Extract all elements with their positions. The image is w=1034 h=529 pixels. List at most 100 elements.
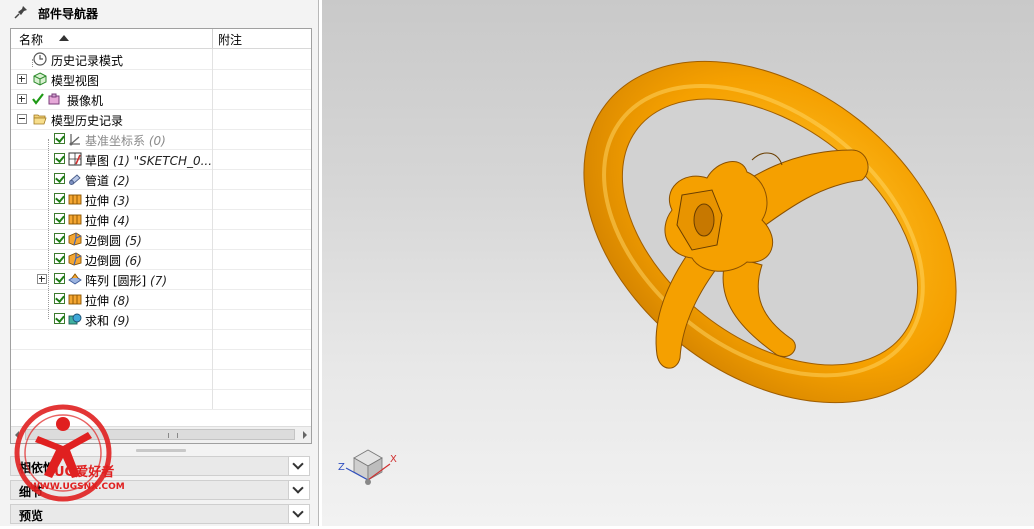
pin-icon[interactable] [14, 5, 28, 19]
column-divider [212, 309, 213, 329]
camera-icon [48, 93, 60, 105]
expand-icon[interactable] [17, 94, 27, 104]
empty-row [11, 329, 311, 350]
tree-row-label: 拉伸 (8) [85, 294, 130, 308]
wcs-triad-icon[interactable]: X Z [334, 444, 404, 488]
triad-z-label: Z [338, 462, 345, 473]
tree-row-label: 基准坐标系 (0) [85, 134, 166, 148]
tree-row-edge-blend-5[interactable]: 边倒圆 (5) [11, 229, 311, 250]
tree-row-unite[interactable]: 求和 (9) [11, 309, 311, 330]
tree-row-label: 模型历史记录 [51, 114, 124, 128]
clock-icon [33, 52, 47, 66]
tree-row-label: 草图 (1) "SKETCH_0... [85, 154, 213, 168]
ugsnx-watermark-logo: UG爱好者 WWW.UGSNX.COM [8, 398, 138, 506]
extrude-icon [68, 194, 82, 205]
visibility-checkbox[interactable] [54, 213, 65, 224]
column-header-note[interactable]: 附注 [213, 29, 311, 48]
tree-row-camera[interactable]: 摄像机 [11, 89, 311, 110]
watermark-url: WWW.UGSNX.COM [30, 482, 125, 492]
tree-row-label: 阵列 [圆形] (7) [85, 274, 168, 288]
extrude-icon [68, 294, 82, 305]
triad-x-label: X [390, 454, 397, 465]
column-divider [212, 209, 213, 229]
model-views-icon [33, 72, 47, 86]
column-divider [212, 129, 213, 149]
edge-blend-icon [68, 252, 82, 266]
unite-icon [68, 313, 82, 325]
extrude-icon [68, 214, 82, 225]
tree-row-label: 模型视图 [51, 74, 100, 88]
tree-row-datum-csys[interactable]: 基准坐标系 (0) [11, 129, 311, 150]
sketch-icon [68, 152, 82, 166]
tree-row-extrude-4[interactable]: 拉伸 (4) [11, 209, 311, 230]
tree-row-label: 边倒圆 (5) [85, 234, 142, 248]
column-divider [212, 329, 213, 349]
tree-row-label: 边倒圆 (6) [85, 254, 142, 268]
column-note-label: 附注 [218, 33, 243, 47]
handwheel-model[interactable] [322, 0, 1034, 526]
graphics-window[interactable] [322, 0, 1034, 526]
tree-row-sketch[interactable]: 草图 (1) "SKETCH_0... [11, 149, 311, 170]
chevron-down-icon[interactable] [288, 457, 309, 475]
column-header-name[interactable]: 名称 [11, 29, 213, 48]
tree-row-label: 历史记录模式 [51, 54, 124, 68]
panel-splitter[interactable] [136, 449, 186, 452]
column-divider [212, 289, 213, 309]
collapse-icon[interactable] [17, 114, 27, 124]
folder-open-icon [33, 114, 47, 125]
column-divider [212, 269, 213, 289]
checkmark-icon [32, 93, 44, 105]
visibility-checkbox[interactable] [54, 273, 65, 284]
column-name-label: 名称 [19, 33, 44, 47]
visibility-checkbox[interactable] [54, 233, 65, 244]
sort-ascending-icon [59, 35, 69, 41]
empty-row [11, 369, 311, 390]
column-divider [212, 69, 213, 89]
tree-row-extrude-8[interactable]: 拉伸 (8) [11, 289, 311, 310]
tree-row-label: 拉伸 (3) [85, 194, 130, 208]
tree-row-edge-blend-6[interactable]: 边倒圆 (6) [11, 249, 311, 270]
tree-row-model-history[interactable]: 模型历史记录 [11, 109, 311, 130]
column-divider [212, 109, 213, 129]
column-divider [212, 249, 213, 269]
tree-row-extrude-3[interactable]: 拉伸 (3) [11, 189, 311, 210]
chevron-down-icon[interactable] [288, 481, 309, 499]
pattern-feature-icon [68, 273, 82, 285]
column-divider [212, 49, 213, 69]
expand-icon[interactable] [37, 274, 47, 284]
visibility-checkbox[interactable] [54, 153, 65, 164]
watermark-brand: UG爱好者 [54, 465, 115, 480]
section-preview[interactable]: 预览 [10, 504, 310, 524]
visibility-checkbox[interactable] [54, 253, 65, 264]
datum-csys-icon [69, 134, 80, 146]
column-divider [212, 169, 213, 189]
expand-icon[interactable] [17, 74, 27, 84]
empty-row [11, 349, 311, 370]
tree-header: 名称 附注 [11, 29, 311, 49]
tree-row-label: 摄像机 [67, 94, 104, 108]
column-divider [212, 349, 213, 369]
visibility-checkbox[interactable] [54, 313, 65, 324]
tree-row-label: 拉伸 (4) [85, 214, 130, 228]
tree-row-model-views[interactable]: 模型视图 [11, 69, 311, 90]
visibility-checkbox[interactable] [54, 173, 65, 184]
edge-blend-icon [68, 232, 82, 246]
tree-row-label: 管道 (2) [85, 174, 130, 188]
column-divider [212, 89, 213, 109]
tree-row-pattern[interactable]: 阵列 [圆形] (7) [11, 269, 311, 290]
tree-row-label: 求和 (9) [85, 314, 130, 328]
grip-icon [168, 433, 178, 438]
navigator-tree[interactable]: 名称 附注 历史记录模式 模型视图 摄像机 模型历史记录 基准坐标系 (0) 草… [10, 28, 312, 444]
chevron-down-icon[interactable] [288, 505, 309, 523]
visibility-checkbox[interactable] [54, 293, 65, 304]
column-divider [212, 369, 213, 389]
visibility-checkbox[interactable] [54, 193, 65, 204]
scroll-right-icon[interactable] [303, 431, 307, 439]
tree-row-tube[interactable]: 管道 (2) [11, 169, 311, 190]
section-label: 预览 [19, 509, 44, 523]
column-divider [212, 229, 213, 249]
tree-row-history-mode[interactable]: 历史记录模式 [11, 49, 311, 70]
navigator-title: 部件导航器 [38, 7, 99, 21]
column-divider [212, 149, 213, 169]
visibility-checkbox[interactable] [54, 133, 65, 144]
